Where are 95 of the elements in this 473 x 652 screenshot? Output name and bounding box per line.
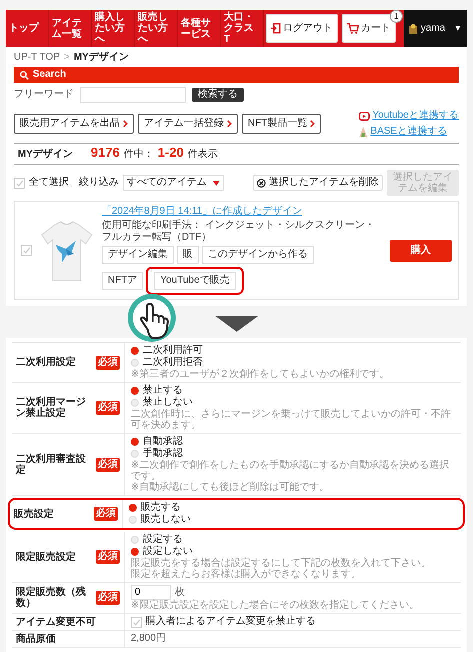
- setting-label: アイテム変更不可: [16, 616, 97, 628]
- radio-button[interactable]: [131, 438, 139, 446]
- action-button[interactable]: 販売用アイテムを出品: [14, 114, 134, 134]
- count-label: 件中：: [124, 149, 154, 161]
- cart-count-badge: 1: [390, 10, 403, 23]
- dropdown-triangle-icon: [213, 180, 220, 186]
- help-text: ※二次創作で創作をしたものを手動承認にするか自動承認を決める選択です。: [131, 460, 450, 482]
- item-action-button[interactable]: デザイン編集: [102, 246, 174, 264]
- radio-label: 二次利用許可: [143, 345, 203, 356]
- nav-link[interactable]: 購入したい方へ: [92, 10, 135, 47]
- unit-label: 枚: [175, 586, 185, 598]
- item-action-button[interactable]: YouTubeで販売: [154, 272, 236, 290]
- setting-label: 販売設定: [14, 508, 55, 520]
- logout-button[interactable]: ログアウト: [266, 14, 338, 43]
- item-action-button[interactable]: NFTア: [102, 272, 144, 290]
- filter-label: 絞り込み: [79, 177, 119, 189]
- required-badge: 必須: [96, 356, 120, 370]
- radio-label: 手動承認: [143, 448, 183, 460]
- nav-link[interactable]: 大口・クラスT: [221, 10, 264, 47]
- setting-label: 限定販売設定: [16, 552, 77, 562]
- section-title: MYデザイン: [18, 149, 73, 161]
- chevron-right-icon: [123, 120, 128, 128]
- checkbox-label: 全て選択: [29, 177, 69, 189]
- caret-icon: ▼: [454, 22, 462, 34]
- circle-x-icon: [257, 178, 266, 188]
- search-title: Search: [33, 69, 66, 81]
- setting-label: 限定販売数（残数）: [16, 587, 87, 609]
- help-text: 二次創作時に、さらにマージンを乗っけて販売してよいかの許可・不許可を決めます。: [131, 409, 452, 431]
- required-badge: 必須: [96, 458, 120, 472]
- radio-button[interactable]: [129, 504, 137, 512]
- radio-label: 禁止する: [143, 385, 183, 396]
- breadcrumb-separator: >: [64, 52, 70, 64]
- field-label: フリーワード: [14, 89, 74, 101]
- help-text: ※第三者のユーザが２次創作をしてもよいかの権利です。: [131, 369, 390, 380]
- setting-label: 二次利用設定: [16, 357, 77, 368]
- required-badge: 必須: [96, 550, 120, 564]
- link[interactable]: BASEと連携する: [370, 126, 448, 138]
- setting-label: 二次利用マージン禁止設定: [16, 397, 87, 419]
- item-action-button[interactable]: このデザインから作る: [202, 246, 314, 264]
- total-count: 9176: [91, 147, 120, 159]
- user-menu[interactable]: yama ▼: [404, 10, 467, 47]
- number-field[interactable]: 0: [131, 585, 171, 600]
- required-badge: 必須: [96, 401, 120, 415]
- checkbox[interactable]: [14, 178, 25, 188]
- chevron-right-icon: [227, 120, 232, 128]
- radio-button[interactable]: [131, 347, 139, 355]
- avatar-icon: [409, 24, 418, 34]
- item-action-button[interactable]: 販: [177, 246, 199, 264]
- nav-link[interactable]: 各種サービス: [178, 10, 221, 47]
- radio-label: 設定する: [143, 534, 183, 546]
- help-text: 限定販売をする場合は設定するにして下記の枚数を入れて下さい。: [131, 558, 432, 569]
- checkbox[interactable]: [21, 245, 32, 256]
- help-text: ※限定販売設定を設定した場合にその枚数を指定してください。: [131, 600, 420, 611]
- search-icon: [20, 70, 29, 80]
- breadcrumb-link[interactable]: UP-T TOP: [14, 52, 60, 64]
- breadcrumb-current: MYデザイン: [74, 52, 129, 64]
- search-button[interactable]: 検索する: [192, 88, 244, 102]
- required-badge: 必須: [94, 507, 118, 521]
- user-name: yama: [421, 22, 446, 34]
- action-button[interactable]: NFT製品一覧: [242, 114, 322, 134]
- delete-button[interactable]: 選択したアイテムを削除: [253, 175, 383, 191]
- checkbox[interactable]: [131, 616, 142, 628]
- nav-link[interactable]: アイテム一覧: [49, 10, 92, 47]
- buy-button[interactable]: 購入: [390, 240, 452, 262]
- nav-link[interactable]: トップ: [6, 10, 49, 47]
- checkbox-label: 購入者によるアイテム変更を禁止する: [146, 616, 316, 628]
- item-title-link[interactable]: 「2024年8月9日 14:11」に作成したデザイン: [102, 206, 384, 218]
- search-field[interactable]: [80, 87, 186, 103]
- door-exit-icon: [271, 23, 281, 34]
- radio-label: 禁止しない: [143, 397, 193, 408]
- nav-link[interactable]: 販売したい方へ: [135, 10, 178, 47]
- chevron-right-icon: [310, 120, 316, 128]
- radio-button[interactable]: [131, 548, 139, 556]
- help-text: 限定を超えたらお客様は購入ができなくなります。: [131, 569, 362, 580]
- radio-label: 二次利用拒否: [143, 357, 203, 368]
- action-button[interactable]: アイテム一括登録: [138, 114, 238, 134]
- tower-icon: [358, 126, 368, 138]
- required-badge: 必須: [96, 591, 120, 605]
- count-label: 件表示: [188, 149, 218, 161]
- cart-button[interactable]: カート: [342, 14, 396, 43]
- radio-label: 販売する: [141, 502, 181, 514]
- price-value: 2,800円: [131, 633, 168, 645]
- setting-label: 商品原価: [16, 634, 57, 644]
- radio-label: 自動承認: [143, 436, 183, 448]
- display-range: 1-20: [158, 147, 184, 159]
- help-text: ※自動承認にしても後ほど削除は可能です。: [131, 482, 330, 493]
- setting-label: 二次利用審査設定: [16, 454, 87, 476]
- filter-dropdown[interactable]: すべてのアイテム: [123, 175, 224, 191]
- play-button-icon: [358, 112, 370, 120]
- radio-label: 販売しない: [141, 514, 191, 526]
- print-methods-text: 使用可能な印刷手法： インクジェット・シルクスクリーン・フルカラー転写（DTF）: [102, 220, 376, 244]
- cart-icon: [347, 23, 359, 34]
- radio-label: 設定しない: [143, 546, 193, 558]
- radio-button[interactable]: [131, 387, 139, 395]
- link[interactable]: Youtubeと連携する: [372, 110, 459, 122]
